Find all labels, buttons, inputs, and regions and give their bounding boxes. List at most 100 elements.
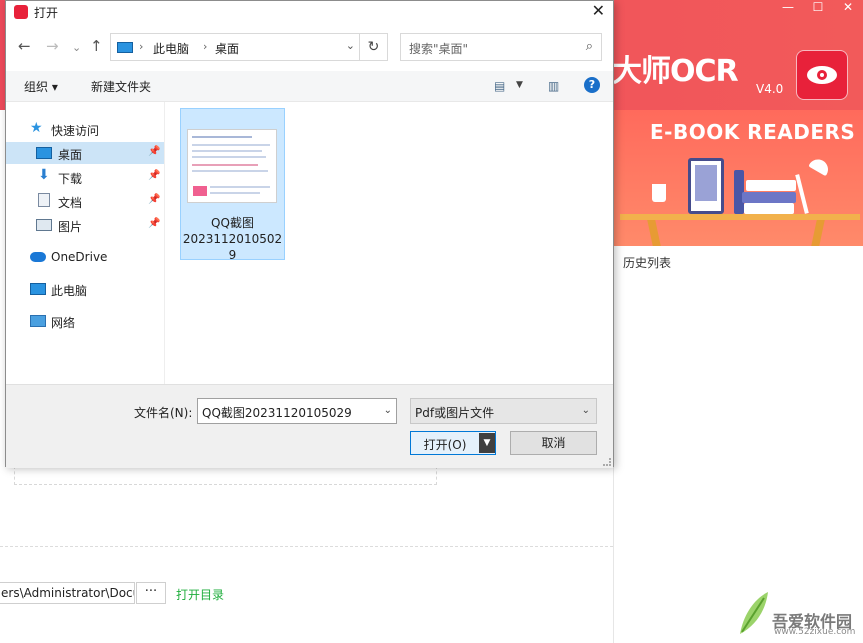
sidebar-item-network[interactable]: 网络 [6,310,164,332]
file-name-line: QQ截图 [211,216,254,230]
forward-arrow-icon[interactable]: → [46,38,59,54]
sidebar-item-label: 文档 [58,196,83,210]
sidebar-item-desktop[interactable]: 桌面 📌 [6,142,164,164]
resize-grip-icon[interactable] [603,458,611,466]
chevron-down-icon[interactable]: ⌄ [582,405,590,416]
search-input[interactable]: 搜索"桌面" ⌕ [400,33,602,61]
drop-zone[interactable] [14,466,437,485]
book-illustration [746,180,796,191]
chevron-right-icon[interactable]: › [203,40,207,53]
refresh-button[interactable]: ↻ [360,33,388,61]
up-arrow-icon[interactable]: ↑ [90,38,103,54]
dialog-footer: 文件名(N): QQ截图20231120105029 ⌄ Pdf或图片文件 ⌄ … [6,384,613,468]
brand-version: V4.0 [756,82,784,96]
history-list-label: 历史列表 [623,256,672,270]
sidebar-item-downloads[interactable]: ⬇ 下载 📌 [6,166,164,188]
pin-icon[interactable]: 📌 [148,194,160,205]
book-illustration [742,192,796,203]
chevron-down-icon[interactable]: ⌄ [346,39,355,52]
banner-title: E-BOOK READERS [650,120,856,144]
view-dropdown-icon[interactable]: ▼ [516,80,523,90]
back-arrow-icon[interactable]: ← [18,38,31,54]
pin-icon[interactable]: 📌 [148,170,160,181]
sidebar-item-label: 下载 [58,172,83,186]
maximize-icon[interactable]: ☐ [803,0,833,14]
help-icon[interactable]: ? [584,77,600,93]
dialog-titlebar[interactable]: 打开 ✕ [6,1,613,23]
book-illustration [744,203,794,214]
file-name: QQ截图 2023112010502 9 [181,215,284,263]
mug-illustration [652,184,666,202]
picture-icon [36,219,52,231]
lamp-illustration [795,174,809,214]
document-icon [38,193,50,207]
file-thumbnail [187,129,277,203]
brand-title: 大师OCR [612,54,739,89]
filename-value: QQ截图20231120105029 [202,406,352,420]
open-button[interactable]: 打开(O) ▼ [410,431,496,455]
star-icon: ★ [30,120,43,136]
search-placeholder: 搜索"桌面" [409,42,469,56]
breadcrumb-this-pc[interactable]: 此电脑 [153,40,189,57]
cancel-button[interactable]: 取消 [510,431,597,455]
network-icon [30,315,46,327]
chevron-right-icon[interactable]: › [139,40,143,53]
sidebar-item-label: OneDrive [51,250,108,264]
sidebar-item-label: 图片 [58,220,83,234]
open-options-dropdown-icon[interactable]: ▼ [479,433,495,453]
ereader-illustration [688,158,724,214]
search-icon[interactable]: ⌕ [586,39,593,54]
address-bar[interactable]: › 此电脑 › 桌面 ⌄ [110,33,360,61]
minimize-icon[interactable]: — [773,0,803,14]
new-folder-button[interactable]: 新建文件夹 [91,78,151,95]
app-icon [14,5,28,19]
file-type-value: Pdf或图片文件 [415,406,495,420]
filename-label: 文件名(N): [134,406,193,420]
close-icon[interactable]: ✕ [592,1,605,21]
leaf-logo-icon [740,592,768,634]
dialog-title: 打开 [34,6,59,20]
sidebar-item-documents[interactable]: 文档 📌 [6,190,164,212]
sidebar-item-label: 快速访问 [51,124,100,138]
pin-icon[interactable]: 📌 [148,146,160,157]
watermark: 吾爱软件园 www.52zixue.com [736,590,860,640]
shelf-leg [647,220,661,246]
sidebar-item-this-pc[interactable]: 此电脑 [6,278,164,300]
navigation-bar: ← → ⌄ ↑ › 此电脑 › 桌面 ⌄ ↻ 搜索"桌面" ⌕ [6,33,613,61]
organize-button[interactable]: 组织 ▾ [24,78,58,95]
cloud-icon [30,252,46,262]
pin-icon[interactable]: 📌 [148,218,160,229]
section-divider [0,546,613,547]
monitor-icon [117,42,133,53]
file-name-line: 9 [228,248,237,262]
monitor-icon [30,283,46,295]
sidebar-item-pictures[interactable]: 图片 📌 [6,214,164,236]
browse-more-button[interactable]: ··· [136,582,166,604]
file-type-select[interactable]: Pdf或图片文件 ⌄ [410,398,597,424]
command-toolbar: 组织 ▾ 新建文件夹 ▤ ▼ ▥ ? [6,71,613,102]
desktop-icon [36,147,52,159]
preview-pane-icon[interactable]: ▥ [548,79,559,93]
file-name-line: 2023112010502 [182,232,283,246]
output-path-input[interactable]: ers\Administrator\Docu [0,582,135,604]
sidebar-item-quick-access[interactable]: ★ 快速访问 [6,118,164,140]
lamp-illustration [808,155,832,177]
sidebar-item-onedrive[interactable]: OneDrive [6,246,164,268]
sidebar-item-label: 此电脑 [51,284,88,298]
filename-input[interactable]: QQ截图20231120105029 ⌄ [197,398,397,424]
recent-dropdown-icon[interactable]: ⌄ [72,40,81,56]
download-arrow-icon: ⬇ [38,167,50,183]
sidebar-item-label: 网络 [51,316,76,330]
open-directory-link[interactable]: 打开目录 [176,586,224,603]
view-mode-icon[interactable]: ▤ [494,79,505,93]
ebook-banner[interactable]: E-BOOK READERS [614,110,863,246]
app-window-controls: — ☐ ✕ [773,0,863,14]
watermark-url: www.52zixue.com [774,627,856,637]
file-item[interactable]: QQ截图 2023112010502 9 [180,108,285,263]
close-icon[interactable]: ✕ [833,0,863,14]
breadcrumb-desktop[interactable]: 桌面 [215,40,239,57]
open-button-label: 打开(O) [423,438,467,452]
navigation-pane: ★ 快速访问 桌面 📌 ⬇ 下载 📌 文档 📌 图片 📌 OneDrive 此电… [6,102,165,384]
chevron-down-icon[interactable]: ⌄ [384,405,392,416]
eye-logo-icon [796,50,848,100]
